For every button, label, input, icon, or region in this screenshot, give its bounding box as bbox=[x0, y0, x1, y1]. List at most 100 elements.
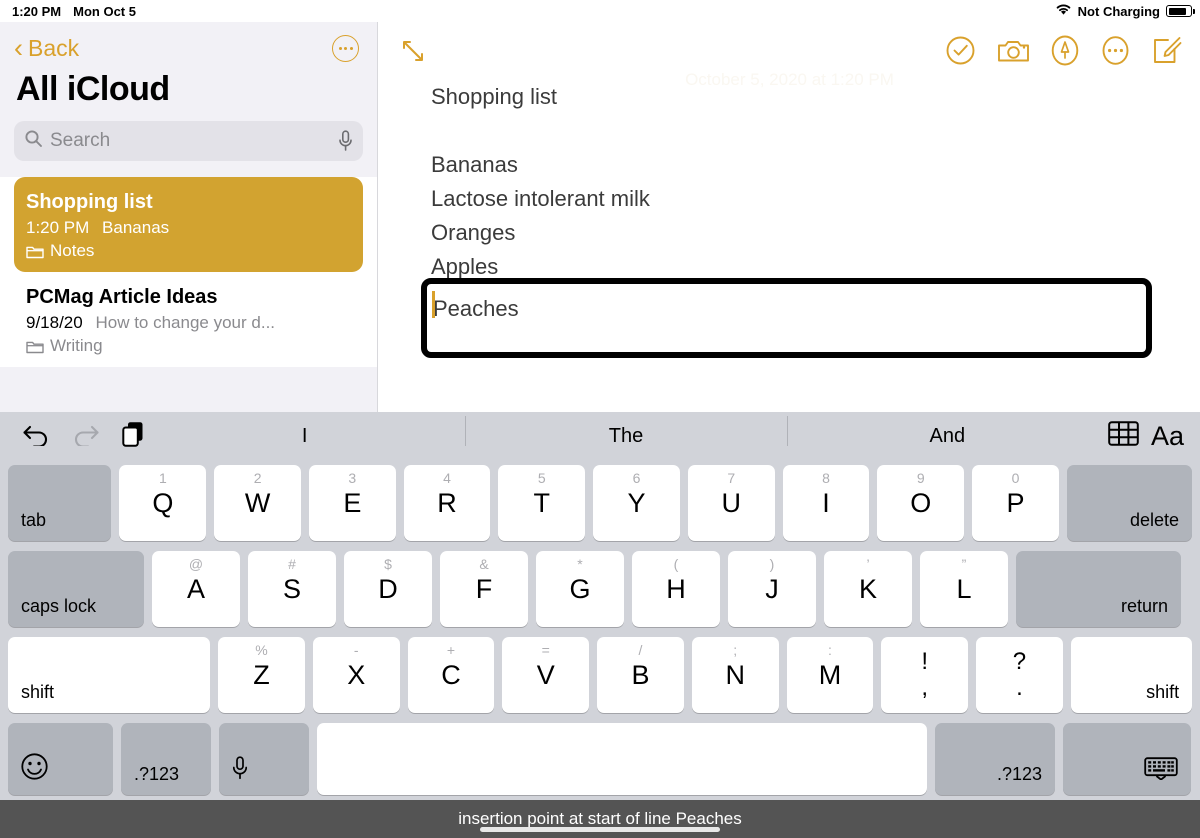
note-meta: 9/18/20 How to change your d... bbox=[26, 313, 363, 333]
notes-list: Shopping list 1:20 PM Bananas Notes PCMa… bbox=[0, 177, 377, 367]
list-item[interactable]: Shopping list 1:20 PM Bananas Notes bbox=[14, 177, 363, 272]
note-title: PCMag Article Ideas bbox=[26, 286, 218, 308]
key-delete[interactable]: delete bbox=[1066, 465, 1192, 541]
key-r[interactable]: 4 R bbox=[403, 465, 491, 541]
back-button-label: Back bbox=[28, 34, 80, 61]
key-v[interactable]: = V bbox=[502, 637, 590, 713]
suggestion-item[interactable]: The bbox=[465, 415, 786, 448]
key-w[interactable]: 2 W bbox=[214, 465, 301, 541]
microphone-icon[interactable] bbox=[338, 130, 353, 152]
note-folder-label: Notes bbox=[50, 241, 95, 260]
key-caps-lock[interactable]: caps lock bbox=[8, 551, 144, 627]
key-b[interactable]: / B bbox=[597, 637, 684, 713]
sidebar-navbar: ‹ Back bbox=[0, 22, 377, 66]
note-snippet: How to change your d... bbox=[95, 313, 276, 332]
camera-icon[interactable] bbox=[997, 37, 1030, 70]
key-z[interactable]: % Z bbox=[218, 637, 305, 713]
key-question-period[interactable]: ? . bbox=[976, 637, 1063, 713]
key-a[interactable]: @ A bbox=[152, 551, 240, 627]
key-n[interactable]: ; N bbox=[691, 637, 779, 713]
checklist-icon[interactable] bbox=[945, 35, 976, 71]
key-hide-keyboard[interactable] bbox=[1063, 723, 1191, 795]
battery-icon bbox=[1166, 5, 1195, 17]
note-date: 1:20 PM bbox=[26, 218, 90, 237]
key-o[interactable]: 9 O bbox=[877, 465, 965, 541]
key-j[interactable]: ) J bbox=[728, 551, 816, 627]
key-shift-right[interactable]: shift bbox=[1070, 637, 1193, 713]
key-f[interactable]: & F bbox=[440, 551, 528, 627]
wifi-icon bbox=[1055, 3, 1072, 19]
sidebar-more-button[interactable] bbox=[332, 34, 359, 62]
home-indicator[interactable] bbox=[480, 827, 720, 832]
key-q[interactable]: 1 Q bbox=[119, 465, 207, 541]
ellipsis-circle-icon[interactable] bbox=[1100, 35, 1131, 71]
key-y[interactable]: 6 Y bbox=[593, 465, 680, 541]
suggestion-item[interactable]: And bbox=[786, 415, 1108, 448]
keyboard-row-number: tab 1 Q 2 W 3 E 4 R 5 T 6 Y 7 U 8 I 9 O … bbox=[0, 460, 1200, 546]
note-line: Bananas bbox=[431, 152, 518, 177]
status-bar-right: Not Charging bbox=[1055, 3, 1195, 19]
paste-icon[interactable] bbox=[122, 421, 144, 452]
note-line: Shopping list bbox=[431, 84, 557, 109]
key-shift-left[interactable]: shift bbox=[8, 637, 211, 713]
expand-arrows-icon[interactable] bbox=[400, 38, 426, 69]
suggestion-item[interactable]: I bbox=[144, 425, 465, 448]
key-k[interactable]: ’ K bbox=[824, 551, 912, 627]
key-x[interactable]: - X bbox=[312, 637, 400, 713]
key-e[interactable]: 3 E bbox=[308, 465, 396, 541]
note-folder: Writing bbox=[26, 336, 363, 356]
chevron-left-icon: ‹ bbox=[14, 32, 23, 63]
status-time: 1:20 PM bbox=[12, 3, 62, 19]
key-p[interactable]: 0 P bbox=[972, 465, 1059, 541]
key-numbers-right[interactable]: .?123 bbox=[935, 723, 1055, 795]
markup-pen-icon[interactable] bbox=[1051, 35, 1079, 71]
note-snippet: Bananas bbox=[102, 218, 170, 237]
folder-icon bbox=[26, 244, 44, 259]
key-dictation[interactable] bbox=[219, 723, 309, 795]
table-icon[interactable] bbox=[1108, 421, 1139, 451]
search-wrapper: Search bbox=[0, 109, 377, 161]
search-placeholder: Search bbox=[50, 130, 111, 151]
accessibility-status-bar: insertion point at start of line Peaches bbox=[0, 800, 1200, 838]
status-date: Mon Oct 5 bbox=[73, 3, 136, 19]
search-input[interactable]: Search bbox=[14, 121, 363, 161]
notes-sidebar: ‹ Back All iCloud Search Shopping list 1… bbox=[0, 22, 377, 412]
note-body[interactable]: Shopping list Bananas Lactose intolerant… bbox=[378, 74, 1200, 284]
key-return[interactable]: return bbox=[1016, 551, 1181, 627]
key-exclamation-comma[interactable]: ! , bbox=[881, 637, 969, 713]
key-g[interactable]: * G bbox=[536, 551, 624, 627]
key-numbers-left[interactable]: .?123 bbox=[121, 723, 211, 795]
compose-icon[interactable] bbox=[1152, 35, 1182, 71]
status-bar-left: 1:20 PM Mon Oct 5 bbox=[12, 4, 136, 19]
key-d[interactable]: $ D bbox=[344, 551, 432, 627]
key-i[interactable]: 8 I bbox=[782, 465, 870, 541]
page-title: All iCloud bbox=[16, 70, 170, 108]
redo-arrow-icon bbox=[72, 422, 100, 451]
list-item[interactable]: PCMag Article Ideas 9/18/20 How to chang… bbox=[0, 272, 377, 367]
note-line-blank bbox=[431, 114, 1200, 148]
note-meta: 1:20 PM Bananas bbox=[26, 218, 349, 238]
ellipsis-circle-icon bbox=[338, 46, 342, 50]
back-button[interactable]: ‹ Back bbox=[14, 32, 80, 63]
format-button[interactable]: Aa bbox=[1151, 422, 1184, 450]
keyboard-row-shift: shift % Z - X + C = V / B ; N: M ! , ? … bbox=[0, 632, 1200, 718]
key-u[interactable]: 7 U bbox=[687, 465, 775, 541]
key-emoji[interactable] bbox=[8, 723, 113, 795]
suggestion-bar: I The And Aa bbox=[0, 412, 1200, 460]
keyboard-icon bbox=[1063, 757, 1191, 795]
key-l[interactable]: ” L bbox=[920, 551, 1008, 627]
note-folder: Notes bbox=[26, 241, 349, 261]
key-tab[interactable]: tab bbox=[8, 465, 112, 541]
key-s[interactable]: # S bbox=[248, 551, 336, 627]
key-c[interactable]: + C bbox=[407, 637, 495, 713]
key-space[interactable] bbox=[317, 723, 927, 795]
status-bar: 1:20 PM Mon Oct 5 Not Charging bbox=[0, 0, 1200, 22]
battery-label: Not Charging bbox=[1077, 3, 1160, 19]
undo-arrow-icon[interactable] bbox=[22, 422, 50, 451]
status-message: insertion point at start of line Peaches bbox=[458, 809, 742, 828]
focused-line-highlight[interactable]: Peaches bbox=[421, 278, 1152, 358]
note-line: Oranges bbox=[431, 220, 516, 245]
key-m[interactable]: : M bbox=[786, 637, 874, 713]
key-t[interactable]: 5 T bbox=[498, 465, 586, 541]
key-h[interactable]: ( H bbox=[632, 551, 720, 627]
